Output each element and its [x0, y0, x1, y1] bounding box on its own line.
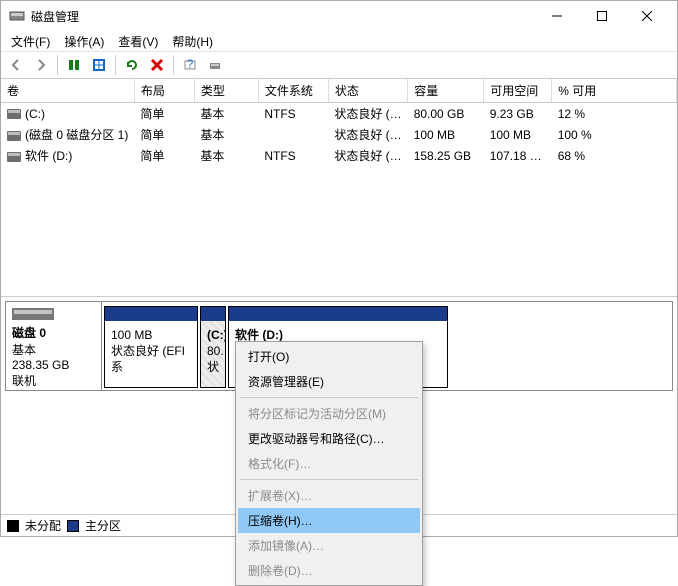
ctx-mark-active: 将分区标记为活动分区(M)	[238, 401, 420, 426]
forward-button[interactable]	[30, 54, 52, 76]
close-button[interactable]	[624, 2, 669, 30]
ctx-open[interactable]: 打开(O)	[238, 344, 420, 369]
partition-context-menu: 打开(O) 资源管理器(E) 将分区标记为活动分区(M) 更改驱动器号和路径(C…	[235, 341, 423, 586]
legend-unallocated: 未分配	[25, 517, 61, 534]
table-row[interactable]: (磁盘 0 磁盘分区 1)简单基本状态良好 (…100 MB100 MB100 …	[1, 124, 677, 145]
disk-status: 联机	[12, 372, 95, 389]
partition[interactable]: (C:)80.状	[200, 306, 226, 388]
ctx-shrink[interactable]: 压缩卷(H)…	[238, 508, 420, 533]
minimize-button[interactable]	[534, 2, 579, 30]
disk-size: 238.35 GB	[12, 358, 95, 372]
col-status[interactable]: 状态	[328, 79, 407, 103]
disk-meta[interactable]: 磁盘 0 基本 238.35 GB 联机	[6, 302, 102, 390]
disk-type: 基本	[12, 341, 95, 358]
volume-icon	[7, 152, 21, 162]
col-layout[interactable]: 布局	[134, 79, 194, 103]
partition[interactable]: 100 MB状态良好 (EFI 系	[104, 306, 198, 388]
volume-icon	[7, 131, 21, 141]
titlebar: 磁盘管理	[1, 1, 677, 31]
menu-help[interactable]: 帮助(H)	[166, 31, 219, 52]
svg-text:?: ?	[187, 58, 194, 71]
disk-icon	[12, 308, 54, 320]
ctx-change-letter[interactable]: 更改驱动器号和路径(C)…	[238, 426, 420, 451]
maximize-button[interactable]	[579, 2, 624, 30]
settings-button[interactable]	[204, 54, 226, 76]
window-title: 磁盘管理	[31, 8, 79, 25]
table-row[interactable]: 软件 (D:)简单基本NTFS状态良好 (…158.25 GB107.18 …6…	[1, 145, 677, 166]
volume-icon	[7, 109, 21, 119]
app-icon	[9, 8, 25, 24]
col-free[interactable]: 可用空间	[484, 79, 552, 103]
disk-name: 磁盘 0	[12, 324, 95, 341]
table-row[interactable]: (C:)简单基本NTFS状态良好 (…80.00 GB9.23 GB12 %	[1, 103, 677, 125]
rescan-button[interactable]	[121, 54, 143, 76]
ctx-extend: 扩展卷(X)…	[238, 483, 420, 508]
menu-action[interactable]: 操作(A)	[58, 31, 110, 52]
back-button[interactable]	[5, 54, 27, 76]
col-capacity[interactable]: 容量	[408, 79, 484, 103]
legend-swatch-primary	[67, 520, 79, 532]
properties-button[interactable]	[88, 54, 110, 76]
col-pctfree[interactable]: % 可用	[552, 79, 677, 103]
legend-primary: 主分区	[85, 517, 121, 534]
delete-button[interactable]	[146, 54, 168, 76]
refresh-button[interactable]	[63, 54, 85, 76]
help-button[interactable]: ?	[179, 54, 201, 76]
toolbar: ?	[1, 51, 677, 79]
volume-list: 卷 布局 类型 文件系统 状态 容量 可用空间 % 可用 (C:)简单基本NTF…	[1, 79, 677, 297]
col-fs[interactable]: 文件系统	[258, 79, 328, 103]
menu-view[interactable]: 查看(V)	[112, 31, 164, 52]
menubar: 文件(F) 操作(A) 查看(V) 帮助(H)	[1, 31, 677, 51]
col-type[interactable]: 类型	[194, 79, 258, 103]
menu-file[interactable]: 文件(F)	[5, 31, 56, 52]
ctx-explorer[interactable]: 资源管理器(E)	[238, 369, 420, 394]
ctx-format: 格式化(F)…	[238, 451, 420, 476]
col-volume[interactable]: 卷	[1, 79, 134, 103]
ctx-delete: 删除卷(D)…	[238, 558, 420, 583]
legend-swatch-unallocated	[7, 520, 19, 532]
